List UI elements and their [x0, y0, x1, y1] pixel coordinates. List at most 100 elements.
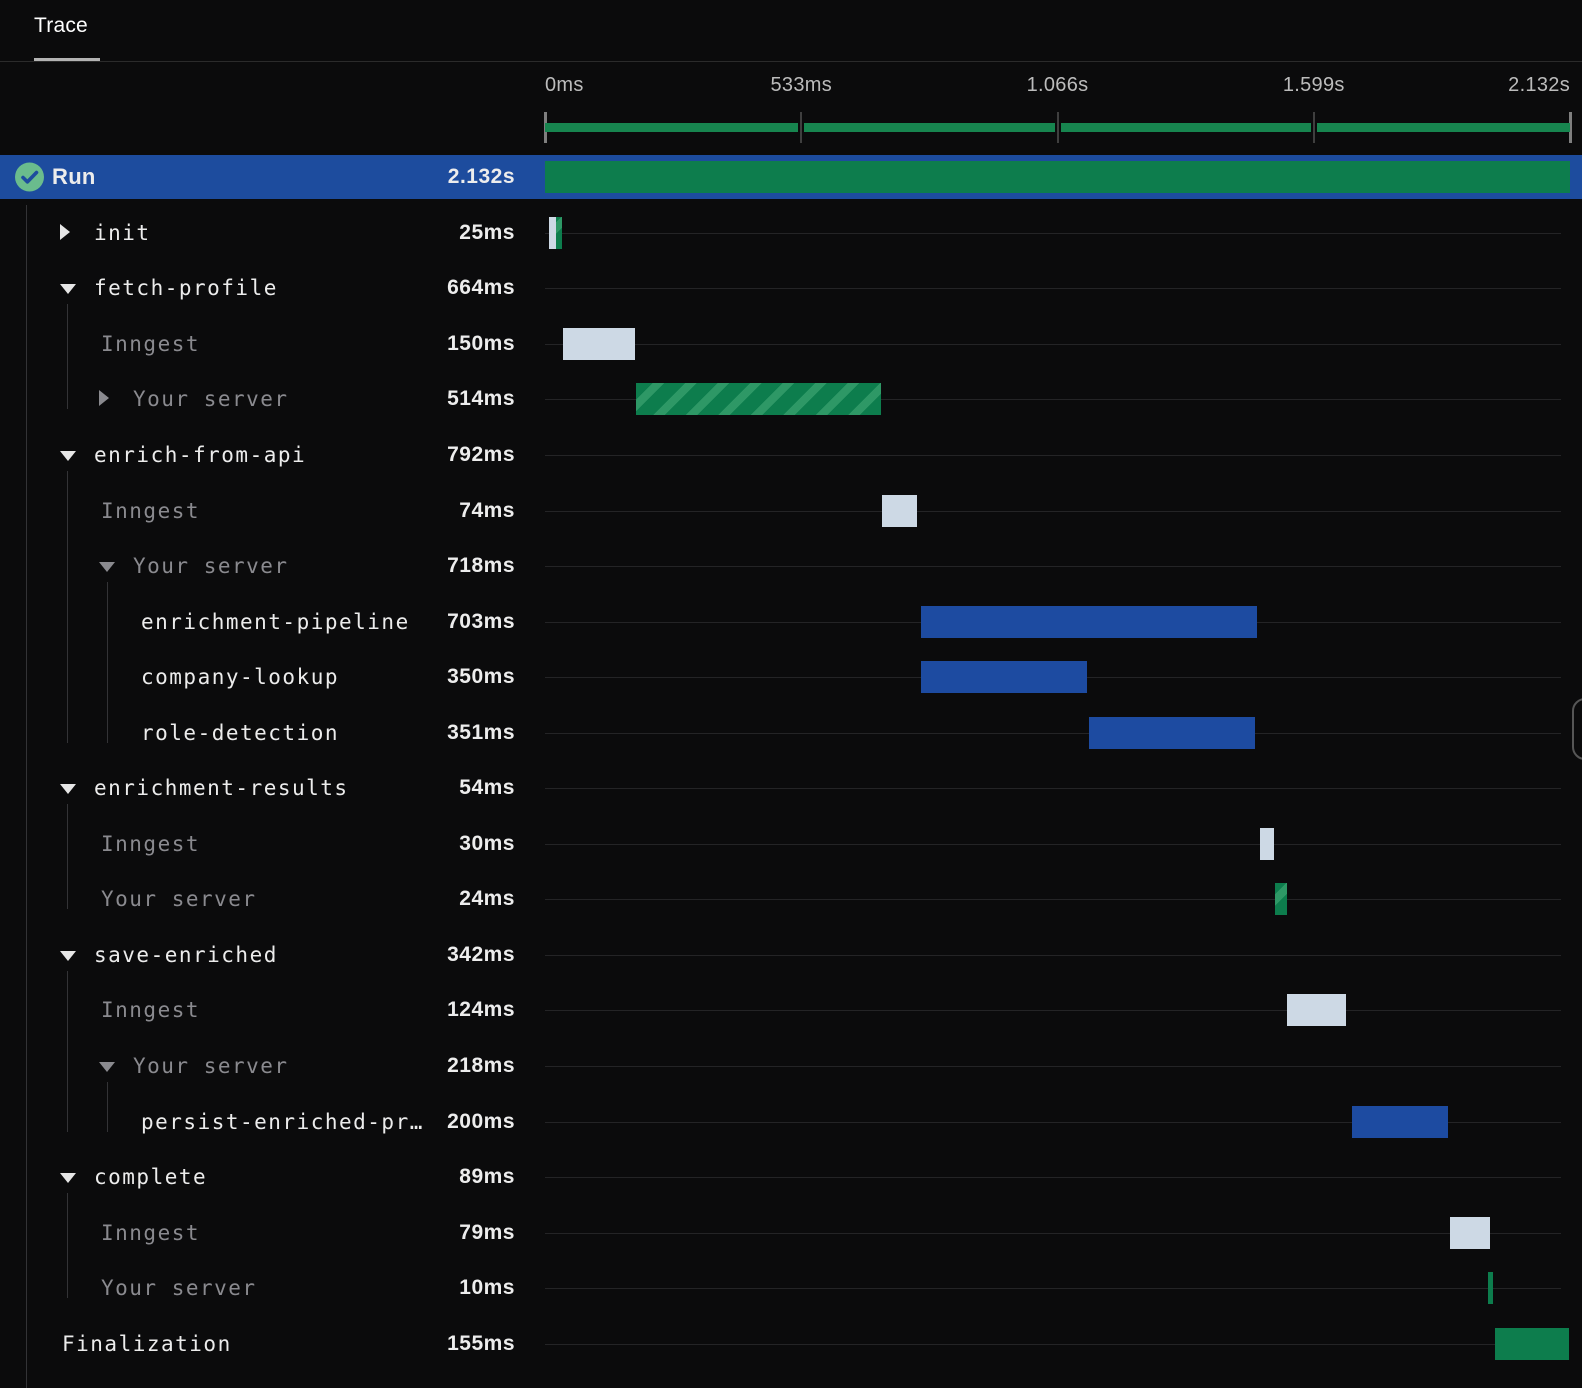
tree-guide-line — [107, 1081, 108, 1132]
row-grid-line — [545, 788, 1561, 790]
row-grid-line — [545, 454, 1561, 456]
span-duration: 150ms — [447, 331, 515, 355]
minimap-bar[interactable] — [545, 123, 799, 132]
span-bar-exec[interactable] — [920, 605, 1257, 638]
ruler-tick — [1312, 112, 1315, 143]
row-grid-line — [545, 1343, 1561, 1345]
span-duration: 218ms — [447, 1054, 515, 1078]
scrollbar-thumb[interactable] — [1572, 698, 1582, 760]
span-duration: 24ms — [459, 887, 515, 911]
trace-row-save-enriched[interactable]: save-enriched 342ms — [0, 927, 1582, 983]
trace-row-enrichment-pipeline[interactable]: enrichment-pipeline 703ms — [0, 594, 1582, 650]
span-duration: 2.132s — [447, 165, 515, 188]
trace-row-inngest[interactable]: Inngest 124ms — [0, 983, 1582, 1039]
span-duration: 74ms — [459, 498, 515, 522]
row-grid-line — [545, 1288, 1561, 1290]
row-grid-line — [545, 510, 1561, 512]
timeline-ruler[interactable]: 0ms 533ms 1.066s 1.599s 2.132s — [0, 62, 1582, 155]
trace-row-inngest[interactable]: Inngest 150ms — [0, 316, 1582, 372]
span-duration: 89ms — [459, 1165, 515, 1189]
trace-row-complete[interactable]: complete 89ms — [0, 1149, 1582, 1205]
span-duration: 703ms — [447, 609, 515, 633]
trace-row-your-server[interactable]: Your server 514ms — [0, 372, 1582, 428]
row-grid-line — [545, 566, 1561, 568]
span-bar-queue[interactable] — [1286, 994, 1347, 1027]
span-bar-queue[interactable] — [1259, 827, 1275, 860]
ruler-tick-label: 1.066s — [1026, 74, 1089, 96]
trace-row-your-server[interactable]: Your server 218ms — [0, 1038, 1582, 1094]
row-grid-line — [545, 899, 1561, 901]
trace-row-inngest[interactable]: Inngest 74ms — [0, 483, 1582, 539]
trace-row-persist-enriched-pr-[interactable]: persist-enriched-pr… 200ms — [0, 1094, 1582, 1150]
trace-row-enrich-from-api[interactable]: enrich-from-api 792ms — [0, 427, 1582, 483]
span-bar-server[interactable] — [545, 161, 1570, 193]
row-grid-line — [545, 954, 1561, 956]
trace-row-finalization[interactable]: Finalization 155ms — [0, 1316, 1582, 1372]
active-tab-indicator — [34, 58, 100, 61]
trace-row-fetch-profile[interactable]: fetch-profile 664ms — [0, 261, 1582, 317]
span-bar-exec[interactable] — [1351, 1105, 1448, 1138]
ruler-tick-label: 533ms — [770, 74, 833, 96]
row-grid-line — [545, 732, 1561, 734]
span-duration: 200ms — [447, 1109, 515, 1133]
span-duration: 351ms — [447, 720, 515, 744]
trace-row-enrichment-results[interactable]: enrichment-results 54ms — [0, 761, 1582, 817]
row-grid-line — [545, 1177, 1561, 1179]
span-duration: 25ms — [459, 220, 515, 244]
tree-guide-line — [67, 1192, 68, 1299]
tree-guide-line — [26, 205, 27, 1388]
span-bar-queue[interactable] — [548, 216, 556, 249]
trace-row-inngest[interactable]: Inngest 79ms — [0, 1205, 1582, 1261]
span-bar-exec[interactable] — [1088, 716, 1256, 749]
span-bar-queue[interactable] — [881, 494, 918, 527]
span-bar-queue[interactable] — [562, 327, 635, 360]
span-bar-queue[interactable] — [1449, 1216, 1491, 1249]
span-bar-server[interactable] — [1494, 1327, 1570, 1360]
span-duration: 718ms — [447, 554, 515, 578]
span-duration: 79ms — [459, 1220, 515, 1244]
tree-guide-line — [67, 970, 68, 1132]
span-bar-server-hatched[interactable] — [555, 216, 562, 249]
span-duration: 514ms — [447, 387, 515, 411]
span-duration: 792ms — [447, 442, 515, 466]
trace-row-your-server[interactable]: Your server 718ms — [0, 538, 1582, 594]
tab-trace-label: Trace — [34, 14, 88, 37]
tree-guide-line — [67, 804, 68, 910]
tree-guide-line — [67, 304, 68, 410]
minimap-bar[interactable] — [1060, 123, 1311, 132]
row-grid-line — [545, 343, 1561, 345]
span-duration: 124ms — [447, 998, 515, 1022]
ruler-tick — [800, 112, 803, 143]
run-row[interactable]: Run 2.132s — [0, 155, 1582, 199]
ruler-tick — [1056, 112, 1059, 143]
span-bar-server-hatched[interactable] — [636, 383, 881, 416]
tab-trace[interactable]: Trace — [34, 14, 100, 61]
span-bar-server-hatched[interactable] — [1275, 883, 1287, 916]
span-duration: 155ms — [447, 1331, 515, 1355]
trace-panel: Trace 0ms 533ms 1.066s 1.599s 2.132s Run 2.13… — [0, 0, 1582, 1388]
span-duration: 54ms — [459, 776, 515, 800]
ruler-tick-label: 0ms — [545, 74, 584, 96]
minimap-bar[interactable] — [804, 123, 1055, 132]
trace-row-your-server[interactable]: Your server 10ms — [0, 1260, 1582, 1316]
span-bar-exec[interactable] — [920, 661, 1087, 694]
span-duration: 342ms — [447, 942, 515, 966]
row-grid-line — [545, 1066, 1561, 1068]
ruler-tick-label: 1.599s — [1282, 74, 1345, 96]
row-grid-line — [545, 1010, 1561, 1012]
ruler-tick-label: 2.132s — [1508, 74, 1570, 96]
trace-row-company-lookup[interactable]: company-lookup 350ms — [0, 649, 1582, 705]
span-duration: 664ms — [447, 276, 515, 300]
trace-row-init[interactable]: init 25ms — [0, 205, 1582, 261]
span-duration: 10ms — [459, 1276, 515, 1300]
row-grid-line — [545, 232, 1561, 234]
trace-row-role-detection[interactable]: role-detection 351ms — [0, 705, 1582, 761]
tree-guide-line — [107, 581, 108, 743]
span-bar-server[interactable] — [1487, 1272, 1493, 1305]
minimap-bar[interactable] — [1316, 123, 1570, 132]
tree-guide-line — [67, 470, 68, 743]
trace-row-inngest[interactable]: Inngest 30ms — [0, 816, 1582, 872]
trace-row-your-server[interactable]: Your server 24ms — [0, 872, 1582, 928]
header: Trace — [0, 0, 1582, 62]
row-grid-line — [545, 843, 1561, 845]
